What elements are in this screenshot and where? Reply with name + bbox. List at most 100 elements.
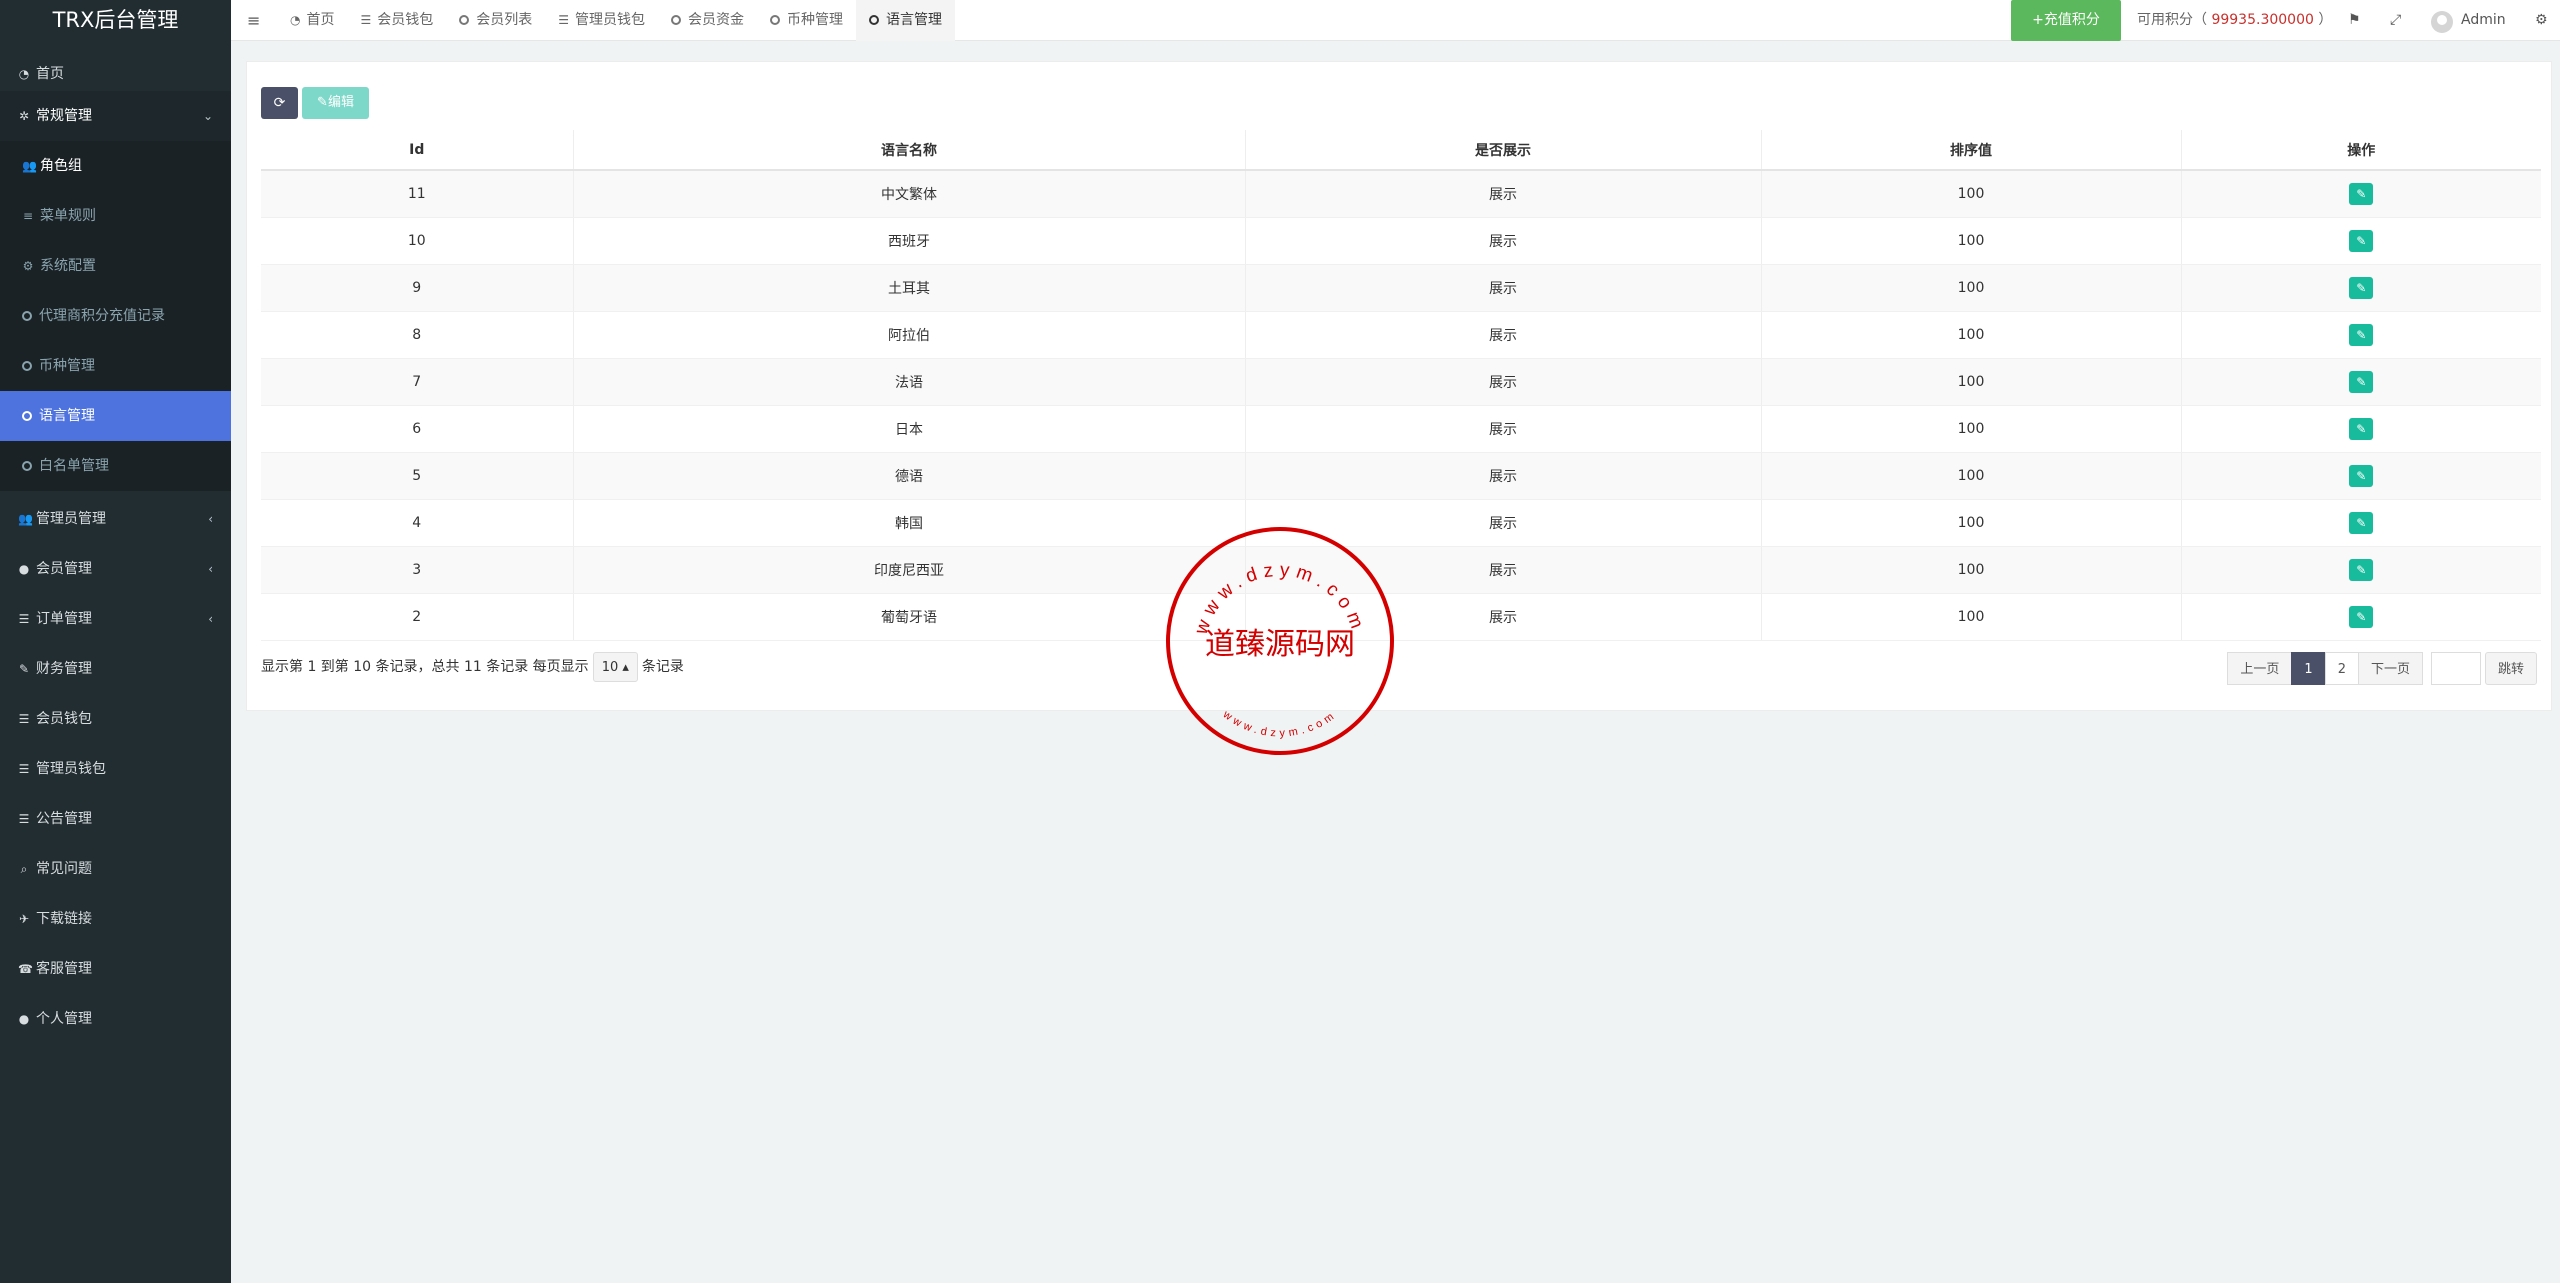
sidebar-item[interactable]: ☰ 会员钱包 [0, 694, 231, 744]
cell-show: 展示 [1245, 217, 1762, 265]
app-logo[interactable]: TRX后台管理 [0, 0, 231, 41]
table-row[interactable]: 5 德语 展示 100 ✎ [261, 452, 2541, 500]
page-button-1[interactable]: 1 [2291, 652, 2326, 685]
column-header-show[interactable]: 是否展示 [1245, 130, 1762, 171]
cell-id: 4 [261, 499, 574, 547]
row-edit-button[interactable]: ✎ [2349, 558, 2374, 581]
sidebar-item-language[interactable]: 语言管理 [0, 391, 231, 441]
points-label: 可用积分（ [2137, 12, 2207, 28]
page-size-value: 10 [601, 660, 619, 675]
page-size-select[interactable]: 10 ▴ [592, 652, 638, 682]
cell-id: 9 [261, 264, 574, 312]
nav-tab[interactable]: 会员列表 [446, 0, 545, 41]
recharge-points-button[interactable]: +充值积分 [2011, 0, 2121, 41]
fullscreen-icon[interactable]: ⤢ [2390, 0, 2401, 41]
settings-icon[interactable]: ⚙ [2535, 0, 2548, 41]
sidebar-item-menu-rules[interactable]: ≡ 菜单规则 [0, 191, 231, 241]
sidebar-item[interactable]: ☰ 订单管理 ‹ [0, 594, 231, 644]
language-icon[interactable]: ⚑ [2348, 0, 2361, 41]
cell-sort: 100 [1761, 311, 2182, 359]
prev-page-button[interactable]: 上一页 [2227, 652, 2293, 685]
sidebar-item[interactable]: ⌕ 常见问题 [0, 844, 231, 894]
table-row[interactable]: 11 中文繁体 展示 100 ✎ [261, 170, 2541, 218]
sidebar-item-role-group[interactable]: 👥 角色组 [0, 141, 231, 191]
sidebar-main-list: 👥 管理员管理 ‹ ● 会员管理 ‹ ☰ 订单管理 ‹ ✎ 财务管理 ☰ 会员钱包 ☰ 管理员钱包 ☰ 公告管理… [0, 494, 231, 1044]
sidebar-item[interactable]: ✈ 下载链接 [0, 894, 231, 944]
nav-tab[interactable]: ☰ 会员钱包 [347, 0, 446, 41]
sidebar-item[interactable]: ☎ 客服管理 [0, 944, 231, 994]
table-row[interactable]: 6 日本 展示 100 ✎ [261, 405, 2541, 453]
sidebar-submenu: 👥 角色组 ≡ 菜单规则 ⚙ 系统配置 代理商积分充值记录 币种管理 语言管理 白名单… [0, 141, 231, 491]
sidebar-item-label: 常规管理 [36, 108, 92, 124]
admin-name[interactable]: Admin [2461, 0, 2506, 41]
row-edit-button[interactable]: ✎ [2349, 417, 2374, 440]
row-edit-button[interactable]: ✎ [2349, 229, 2374, 252]
row-edit-button[interactable]: ✎ [2349, 182, 2374, 205]
table-row[interactable]: 8 阿拉伯 展示 100 ✎ [261, 311, 2541, 359]
column-header-id[interactable]: Id [261, 130, 574, 171]
row-edit-button[interactable]: ✎ [2349, 511, 2374, 534]
list-icon: ☰ [558, 13, 570, 27]
cell-sort: 100 [1761, 170, 2182, 218]
row-edit-button[interactable]: ✎ [2349, 464, 2374, 487]
column-header-sort[interactable]: 排序值 [1761, 130, 2182, 171]
page-button-2[interactable]: 2 [2324, 652, 2359, 685]
chevron-left-icon: ‹ [208, 612, 213, 626]
list-icon: ☰ [18, 712, 30, 726]
cell-sort: 100 [1761, 452, 2182, 500]
jump-button[interactable]: 跳转 [2484, 652, 2537, 685]
table-row[interactable]: 4 韩国 展示 100 ✎ [261, 499, 2541, 547]
sidebar-item-home[interactable]: ◔ 首页 [0, 41, 231, 91]
table-row[interactable]: 3 印度尼西亚 展示 100 ✎ [261, 546, 2541, 594]
sidebar-item-system-config[interactable]: ⚙ 系统配置 [0, 241, 231, 291]
points-value: 99935.300000 [2211, 12, 2314, 28]
refresh-button[interactable]: ⟳ [261, 87, 298, 119]
sidebar-item[interactable]: ● 个人管理 [0, 994, 231, 1044]
cell-id: 3 [261, 546, 574, 594]
circle-icon [770, 15, 781, 25]
table-header-row: Id 语言名称 是否展示 排序值 操作 [261, 130, 2541, 171]
nav-tab[interactable]: ◔ 首页 [277, 0, 347, 41]
sidebar-item[interactable]: ● 会员管理 ‹ [0, 544, 231, 594]
watermark-stamp: www.dzym.com 道臻源码网 www.dzym.com [1166, 527, 1394, 755]
table-row[interactable]: 2 葡萄牙语 展示 100 ✎ [261, 593, 2541, 641]
row-edit-button[interactable]: ✎ [2349, 323, 2374, 346]
circle-icon [22, 311, 32, 321]
sidebar-item-label: 管理员管理 [36, 511, 106, 527]
sidebar-item[interactable]: ☰ 管理员钱包 [0, 744, 231, 794]
cell-sort: 100 [1761, 358, 2182, 406]
list-icon: ☰ [18, 762, 30, 776]
row-edit-button[interactable]: ✎ [2349, 605, 2374, 628]
column-header-name[interactable]: 语言名称 [573, 130, 1246, 171]
cogs-icon: ✲ [18, 109, 30, 123]
table-row[interactable]: 7 法语 展示 100 ✎ [261, 358, 2541, 406]
sidebar-item-regular[interactable]: ✲ 常规管理 ⌄ [0, 91, 231, 141]
sidebar-item-whitelist[interactable]: 白名单管理 [0, 441, 231, 491]
table-row[interactable]: 10 西班牙 展示 100 ✎ [261, 217, 2541, 265]
nav-tab[interactable]: 币种管理 [757, 0, 856, 41]
row-edit-button[interactable]: ✎ [2349, 370, 2374, 393]
table-row[interactable]: 9 土耳其 展示 100 ✎ [261, 264, 2541, 312]
sidebar-item[interactable]: ✎ 财务管理 [0, 644, 231, 694]
avatar[interactable] [2431, 11, 2453, 33]
sidebar-item[interactable]: ☰ 公告管理 [0, 794, 231, 844]
cell-operation: ✎ [2181, 452, 2541, 500]
sidebar-item-label: 会员管理 [36, 561, 92, 577]
jump-page-input[interactable] [2430, 652, 2481, 685]
user-icon: ● [18, 1012, 30, 1026]
menu-toggle-icon[interactable]: ≡ [247, 0, 260, 41]
sidebar-item-label: 菜单规则 [40, 208, 96, 224]
row-edit-button[interactable]: ✎ [2349, 276, 2374, 299]
sidebar-item-currency[interactable]: 币种管理 [0, 341, 231, 391]
nav-tab[interactable]: 会员资金 [658, 0, 757, 41]
sidebar-item[interactable]: 👥 管理员管理 ‹ [0, 494, 231, 544]
users-icon: 👥 [22, 159, 37, 173]
top-navbar: ≡ ◔ 首页 ☰ 会员钱包 会员列表 ☰ 管理员钱包 会员资金 币种管理 语言管理 +充值积分 可… [231, 0, 2560, 41]
nav-tab-label: 会员列表 [476, 12, 533, 28]
edit-button[interactable]: ✎编辑 [302, 87, 369, 119]
nav-tab[interactable]: ☰ 管理员钱包 [545, 0, 658, 41]
next-page-button[interactable]: 下一页 [2357, 652, 2423, 685]
circle-icon [22, 361, 32, 371]
nav-tab[interactable]: 语言管理 [856, 0, 956, 41]
sidebar-item-agent-recharge[interactable]: 代理商积分充值记录 [0, 291, 231, 341]
